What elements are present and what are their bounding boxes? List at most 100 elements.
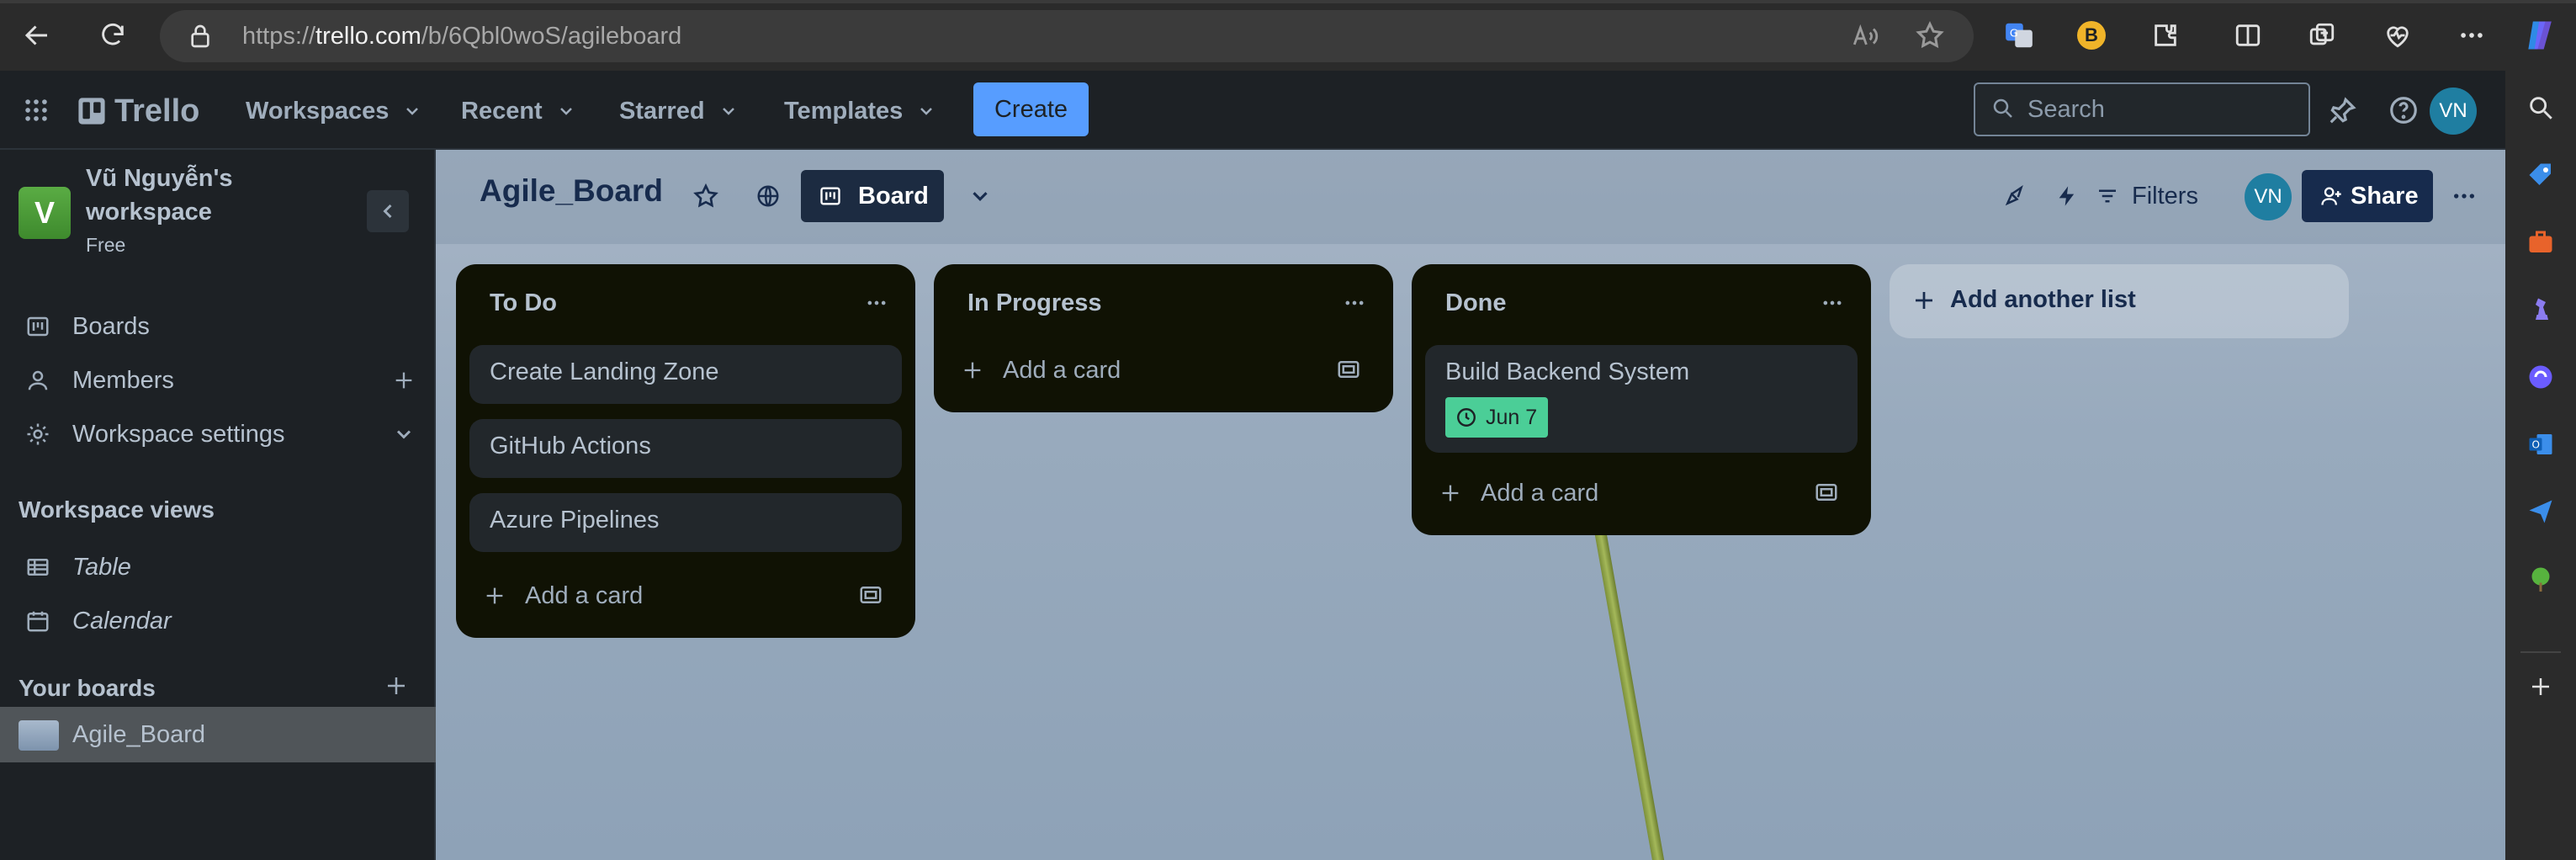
board-member-avatar[interactable]: VN [2245, 173, 2292, 220]
plus-icon [486, 587, 503, 604]
add-icon[interactable] [2520, 666, 2561, 707]
translate-extension-icon[interactable]: G [1999, 15, 2039, 56]
board-view-label: Board [858, 183, 929, 210]
sidebar-item-label: Boards [72, 312, 150, 340]
board-canvas: Agile_Board Board Filters VN Share To Do… [436, 150, 2505, 860]
list-menu-icon[interactable] [860, 286, 893, 320]
person-icon [28, 370, 48, 390]
card[interactable]: Build Backend System Jun 7 [1425, 345, 1858, 453]
trello-logo[interactable]: Trello [77, 91, 199, 131]
more-options-icon[interactable] [2451, 15, 2492, 56]
star-board-icon[interactable] [685, 175, 727, 217]
extension-badge-icon[interactable]: B [2071, 15, 2112, 56]
list-menu-icon[interactable] [1338, 286, 1371, 320]
add-card-button[interactable]: Add a card [1425, 468, 1858, 518]
recent-menu[interactable]: Recent [461, 91, 576, 131]
card-template-icon[interactable] [858, 582, 883, 608]
favorite-star-icon[interactable] [1915, 20, 1945, 50]
view-switcher-chevron-icon[interactable] [959, 175, 1001, 217]
card-title: GitHub Actions [490, 433, 651, 459]
workspace-avatar[interactable]: V [19, 187, 71, 239]
send-icon[interactable] [2520, 491, 2561, 532]
add-board-icon[interactable] [384, 673, 409, 698]
search-icon [1990, 96, 2016, 121]
refresh-icon[interactable] [93, 15, 133, 56]
due-date-badge[interactable]: Jun 7 [1445, 397, 1548, 438]
list-title[interactable]: To Do [490, 289, 557, 317]
read-aloud-icon[interactable] [1851, 22, 1879, 50]
list-menu-icon[interactable] [1815, 286, 1849, 320]
board-view-button[interactable]: Board [801, 170, 944, 222]
add-list-label: Add another list [1950, 286, 2136, 313]
chevron-down-icon[interactable] [392, 422, 416, 446]
board-thumbnail [19, 720, 59, 751]
workspace-name[interactable]: Vũ Nguyễn's workspace [86, 162, 271, 229]
templates-menu[interactable]: Templates [784, 91, 936, 131]
sidebar-item-members[interactable]: Members [0, 355, 436, 406]
add-person-icon [2321, 187, 2341, 205]
list-done: Done Build Backend System Jun 7 Add a ca… [1412, 264, 1871, 535]
back-icon[interactable] [17, 15, 57, 56]
card[interactable]: Azure Pipelines [469, 493, 902, 552]
board-menu-icon[interactable] [2443, 175, 2485, 217]
sidebar-item-workspace-settings[interactable]: Workspace settings [0, 409, 436, 459]
due-date-label: Jun 7 [1486, 406, 1538, 429]
app-switcher-icon[interactable] [22, 96, 50, 125]
starred-menu[interactable]: Starred [619, 91, 739, 131]
copilot-app-icon[interactable] [2520, 357, 2561, 397]
trello-logo-icon [78, 98, 105, 125]
your-boards-heading: Your boards [19, 675, 156, 701]
shopping-tag-icon[interactable] [2520, 155, 2561, 195]
help-icon[interactable] [2388, 94, 2420, 126]
card-template-icon[interactable] [1814, 480, 1839, 505]
card[interactable]: GitHub Actions [469, 419, 902, 478]
board-header: Agile_Board Board Filters VN Share [436, 150, 2505, 244]
search-icon[interactable] [2520, 88, 2561, 128]
chevron-down-icon [920, 108, 933, 115]
list-title[interactable]: Done [1445, 289, 1507, 317]
card-template-icon[interactable] [1336, 357, 1361, 382]
add-card-button[interactable]: Add a card [947, 345, 1380, 395]
browser-essentials-icon[interactable] [2377, 15, 2418, 56]
visibility-globe-icon[interactable] [747, 175, 789, 217]
workspaces-menu[interactable]: Workspaces [246, 91, 422, 131]
notifications-icon[interactable] [2327, 94, 2359, 126]
search-input[interactable]: Search [1974, 82, 2310, 136]
user-avatar[interactable]: VN [2430, 88, 2477, 135]
lock-icon[interactable] [187, 22, 214, 50]
sidebar-item-label: Table [72, 553, 131, 581]
sidebar-board-agile-board[interactable]: Agile_Board [0, 707, 436, 762]
sidebar-item-label: Members [72, 366, 174, 394]
sidebar-item-calendar[interactable]: Calendar [0, 596, 436, 646]
tools-briefcase-icon[interactable] [2520, 222, 2561, 263]
card[interactable]: Create Landing Zone [469, 345, 902, 404]
games-chess-icon[interactable] [2520, 289, 2561, 330]
add-card-button[interactable]: Add a card [469, 571, 902, 621]
create-button[interactable]: Create [973, 82, 1089, 136]
address-bar[interactable]: https://trello.com/b/6Qbl0woS/agileboard [160, 10, 1974, 62]
boards-icon [27, 316, 49, 337]
split-screen-icon[interactable] [2228, 15, 2268, 56]
collections-icon[interactable] [2302, 15, 2342, 56]
add-list-button[interactable]: Add another list [1890, 264, 2349, 338]
sidebar-item-boards[interactable]: Boards [0, 301, 436, 352]
list-title[interactable]: In Progress [967, 289, 1102, 317]
filters-label: Filters [2132, 183, 2198, 210]
extensions-puzzle-icon[interactable] [2145, 15, 2186, 56]
sidebar-item-table[interactable]: Table [0, 542, 436, 592]
add-card-label: Add a card [525, 582, 644, 609]
recent-menu-label: Recent [461, 97, 543, 125]
automation-lightning-icon[interactable] [2046, 175, 2088, 217]
chevron-down-icon [722, 108, 734, 115]
share-button[interactable]: Share [2302, 170, 2433, 222]
gear-icon [27, 423, 49, 445]
add-member-icon[interactable] [392, 369, 416, 392]
workspaces-menu-label: Workspaces [246, 97, 390, 125]
tree-icon[interactable] [2520, 559, 2561, 599]
collapse-sidebar-button[interactable] [367, 190, 409, 232]
url-text[interactable]: https://trello.com/b/6Qbl0woS/agileboard [242, 10, 681, 62]
outlook-icon[interactable]: O [2520, 424, 2561, 465]
power-ups-icon[interactable] [1994, 175, 2036, 217]
board-title[interactable]: Agile_Board [480, 173, 663, 209]
copilot-icon[interactable] [2520, 15, 2561, 56]
